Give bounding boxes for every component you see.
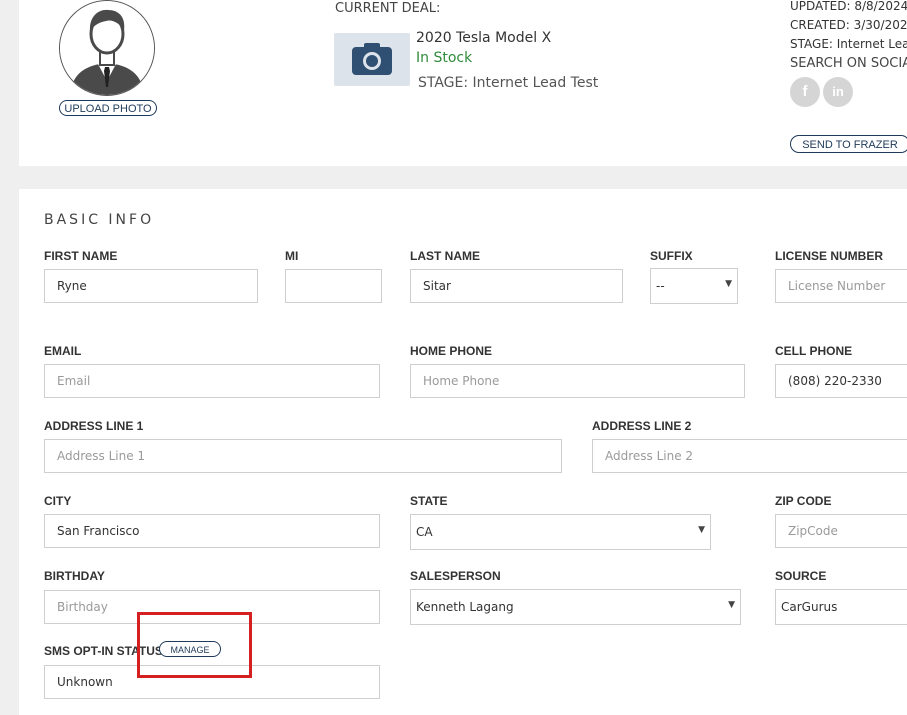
chevron-down-icon: ▼ bbox=[698, 525, 705, 535]
current-deal-label: CURRENT DEAL: bbox=[335, 1, 441, 16]
home-phone-field[interactable] bbox=[410, 364, 745, 398]
basic-info-card: BASIC INFO FIRST NAME MI LAST NAME SUFFI… bbox=[19, 189, 907, 715]
manage-sms-optin-button[interactable]: MANAGE bbox=[159, 641, 221, 657]
salesperson-label: SALESPERSON bbox=[410, 569, 501, 583]
chevron-down-icon: ▼ bbox=[728, 600, 735, 610]
cell-phone-field[interactable] bbox=[775, 364, 907, 398]
source-selected-value: CarGurus bbox=[781, 600, 838, 614]
license-number-field[interactable] bbox=[775, 269, 907, 303]
city-field[interactable] bbox=[44, 514, 380, 548]
contact-stage: STAGE: Internet Lead bbox=[790, 37, 907, 51]
mi-label: MI bbox=[285, 249, 299, 263]
last-name-label: LAST NAME bbox=[410, 249, 480, 263]
source-select[interactable]: CarGurus bbox=[775, 589, 907, 625]
facebook-icon[interactable]: f bbox=[790, 77, 820, 107]
zip-code-field[interactable] bbox=[775, 514, 907, 548]
first-name-field[interactable] bbox=[44, 269, 258, 303]
search-social-label: SEARCH ON SOCIAL bbox=[790, 56, 907, 71]
person-avatar-icon bbox=[60, 1, 154, 95]
email-label: EMAIL bbox=[44, 344, 82, 358]
updated-timestamp: UPDATED: 8/8/2024 7 bbox=[790, 0, 907, 13]
birthday-label: BIRTHDAY bbox=[44, 569, 105, 583]
deal-vehicle-name[interactable]: 2020 Tesla Model X bbox=[416, 30, 551, 46]
sms-optin-label: SMS OPT-IN STATUS bbox=[44, 644, 163, 658]
contact-header-card: UPLOAD PHOTO CURRENT DEAL: 2020 Tesla Mo… bbox=[19, 0, 907, 166]
license-number-label: LICENSE NUMBER bbox=[775, 249, 884, 263]
mi-field[interactable] bbox=[285, 269, 382, 303]
deal-stage: STAGE: Internet Lead Test bbox=[418, 75, 599, 91]
suffix-label: SUFFIX bbox=[650, 249, 693, 263]
salesperson-selected-value: Kenneth Lagang bbox=[416, 600, 514, 614]
state-label: STATE bbox=[410, 494, 448, 508]
sms-optin-status-field[interactable] bbox=[44, 665, 380, 699]
source-label: SOURCE bbox=[775, 569, 827, 583]
state-selected-value: CA bbox=[416, 525, 433, 539]
state-select[interactable]: CA ▼ bbox=[410, 514, 711, 550]
home-phone-label: HOME PHONE bbox=[410, 344, 493, 358]
address-line-1-field[interactable] bbox=[44, 439, 562, 473]
address-line-2-field[interactable] bbox=[592, 439, 907, 473]
deal-stock-status: In Stock bbox=[416, 50, 473, 66]
avatar[interactable] bbox=[59, 0, 155, 96]
cell-phone-label: CELL PHONE bbox=[775, 344, 853, 358]
last-name-field[interactable] bbox=[410, 269, 623, 303]
zip-code-label: ZIP CODE bbox=[775, 494, 832, 508]
city-label: CITY bbox=[44, 494, 72, 508]
camera-icon bbox=[352, 43, 392, 75]
linkedin-icon[interactable]: in bbox=[823, 77, 853, 107]
upload-photo-button[interactable]: UPLOAD PHOTO bbox=[59, 100, 157, 116]
send-to-frazer-button[interactable]: SEND TO FRAZER bbox=[790, 135, 907, 153]
suffix-selected-value: -- bbox=[656, 279, 665, 293]
email-field[interactable] bbox=[44, 364, 380, 398]
created-timestamp: CREATED: 3/30/2023 bbox=[790, 18, 907, 32]
vehicle-photo-placeholder[interactable] bbox=[334, 33, 410, 86]
section-title: BASIC INFO bbox=[44, 212, 155, 228]
suffix-select[interactable]: -- ▼ bbox=[650, 268, 738, 304]
address-line-1-label: ADDRESS LINE 1 bbox=[44, 419, 144, 433]
salesperson-select[interactable]: Kenneth Lagang ▼ bbox=[410, 589, 741, 625]
first-name-label: FIRST NAME bbox=[44, 249, 118, 263]
address-line-2-label: ADDRESS LINE 2 bbox=[592, 419, 692, 433]
birthday-field[interactable] bbox=[44, 590, 380, 624]
chevron-down-icon: ▼ bbox=[725, 279, 732, 289]
